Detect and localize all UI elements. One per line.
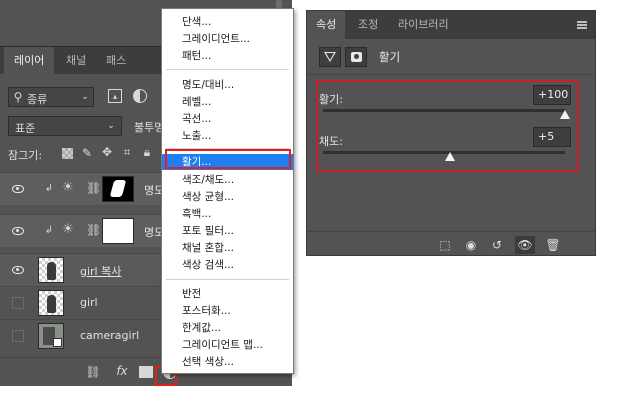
layer-thumbnail[interactable] xyxy=(38,290,64,316)
chain-link-icon[interactable]: ⛓ xyxy=(86,223,101,237)
vibrance-slider-knob[interactable] xyxy=(560,110,572,120)
mask-icon[interactable] xyxy=(139,366,153,378)
reset-icon[interactable]: ↺ xyxy=(487,236,507,254)
saturation-slider-knob[interactable] xyxy=(445,152,457,162)
visibility-toggle[interactable] xyxy=(10,224,26,238)
blend-mode-select[interactable]: 표준 ⌄ xyxy=(8,116,122,136)
image-filter-icon[interactable]: ▴ xyxy=(108,89,122,103)
visibility-icon[interactable]: 👁︎ xyxy=(515,236,535,254)
link-icon[interactable]: ⛓ xyxy=(85,365,101,379)
menu-separator xyxy=(166,69,289,70)
layer-thumbnail[interactable] xyxy=(38,323,64,349)
menu-item-threshold[interactable]: 한계값... xyxy=(162,320,293,336)
layer-name[interactable]: cameragirl xyxy=(80,329,139,342)
opacity-label: 불투명 xyxy=(134,121,165,134)
clip-arrow-icon: ↲ xyxy=(44,183,54,194)
visibility-toggle[interactable] xyxy=(12,297,24,309)
properties-panel-tabs: 속성 조정 라이브러리 xyxy=(307,11,595,39)
menu-item-gradient[interactable]: 그레이디언트... xyxy=(162,31,293,47)
menu-item-levels[interactable]: 레벨... xyxy=(162,94,293,110)
menu-item-pattern[interactable]: 패턴... xyxy=(162,48,293,64)
vibrance-triangle-icon xyxy=(319,47,341,67)
tab-libraries[interactable]: 라이브러리 xyxy=(389,11,458,39)
tab-adjustments[interactable]: 조정 xyxy=(349,11,387,39)
chain-link-icon[interactable]: ⛓ xyxy=(86,181,101,195)
lock-label: 잠그기: xyxy=(8,149,43,162)
brightness-icon: ☀ xyxy=(62,222,74,237)
clip-arrow-icon: ↲ xyxy=(44,225,54,236)
trash-icon[interactable]: 🗑︎ xyxy=(543,236,563,254)
tab-paths[interactable]: 패스 xyxy=(96,47,136,75)
fx-icon[interactable]: fx xyxy=(114,364,130,378)
mask-icon[interactable] xyxy=(345,47,367,67)
menu-item-photo-filter[interactable]: 포토 필터... xyxy=(162,223,293,239)
menu-item-color-balance[interactable]: 색상 균형... xyxy=(162,189,293,205)
layer-name[interactable]: girl 복사 xyxy=(80,263,121,279)
clip-to-layer-icon[interactable]: ⬚ xyxy=(435,236,455,254)
saturation-value-input[interactable]: +5 xyxy=(533,127,571,147)
menu-item-invert[interactable]: 반전 xyxy=(162,286,293,302)
filter-kind-select[interactable]: ⚲ 종류 ⌄ xyxy=(8,87,94,107)
menu-item-channel-mixer[interactable]: 채널 혼합... xyxy=(162,240,293,256)
menu-item-exposure[interactable]: 노출... xyxy=(162,128,293,144)
panel-menu-icon[interactable] xyxy=(577,21,587,29)
lock-all-icon[interactable]: 🔒︎ xyxy=(140,145,154,159)
girl-figure xyxy=(47,295,56,313)
tab-properties[interactable]: 속성 xyxy=(307,11,346,39)
menu-item-selective-color[interactable]: 선택 색상... xyxy=(162,354,293,370)
eye-icon xyxy=(12,266,24,274)
menu-item-brightness-contrast[interactable]: 명도/대비... xyxy=(162,77,293,93)
mask-shape xyxy=(109,180,127,197)
view-previous-icon[interactable]: ◉ xyxy=(461,236,481,254)
layer-mask-thumbnail[interactable] xyxy=(102,218,134,244)
menu-item-solid-color[interactable]: 단색... xyxy=(162,14,293,30)
layer-thumbnail[interactable] xyxy=(38,257,64,283)
blend-mode-label: 표준 xyxy=(15,122,36,135)
eye-icon xyxy=(12,227,24,235)
lock-transparent-icon[interactable] xyxy=(62,148,73,159)
vibrance-value-input[interactable]: +100 xyxy=(533,85,571,105)
adjustment-layer-menu: 단색... 그레이디언트... 패턴... 명도/대비... 레벨... 곡선.… xyxy=(161,8,294,374)
visibility-toggle[interactable] xyxy=(10,263,26,277)
chevron-down-icon: ⌄ xyxy=(107,121,115,131)
properties-header: 활기 xyxy=(307,39,595,75)
menu-item-posterize[interactable]: 포스터화... xyxy=(162,303,293,319)
visibility-toggle[interactable] xyxy=(12,330,24,342)
properties-title: 활기 xyxy=(379,50,401,64)
girl-figure xyxy=(47,262,56,280)
filter-kind-label: 종류 xyxy=(27,93,48,106)
layer-mask-thumbnail[interactable] xyxy=(102,176,134,202)
properties-bottom-toolbar: ⬚ ◉ ↺ 👁︎ 🗑︎ xyxy=(307,231,595,255)
layer-name[interactable]: girl xyxy=(80,296,98,309)
brightness-icon: ☀ xyxy=(62,180,74,195)
vibrance-slider-track[interactable] xyxy=(323,109,565,112)
lock-brush-icon[interactable]: ✎ xyxy=(80,146,94,160)
vibrance-label: 활기: xyxy=(319,93,343,106)
menu-item-curves[interactable]: 곡선... xyxy=(162,111,293,127)
tab-layers[interactable]: 레이어 xyxy=(4,47,55,75)
chevron-down-icon: ⌄ xyxy=(81,92,89,102)
highlight-vibrance-item xyxy=(165,149,291,169)
tab-channels[interactable]: 채널 xyxy=(56,47,96,75)
search-icon: ⚲ xyxy=(13,90,23,104)
lock-move-icon[interactable]: ✥ xyxy=(100,145,114,159)
saturation-slider-track[interactable] xyxy=(323,151,565,154)
smart-object-icon xyxy=(53,338,62,347)
menu-item-hue-saturation[interactable]: 색조/채도... xyxy=(162,172,293,188)
adjustment-filter-icon[interactable] xyxy=(133,89,147,103)
menu-item-gradient-map[interactable]: 그레이디언트 맵... xyxy=(162,337,293,353)
menu-item-color-lookup[interactable]: 색상 검색... xyxy=(162,257,293,273)
visibility-toggle[interactable] xyxy=(10,182,26,196)
menu-separator xyxy=(166,279,289,280)
eye-icon xyxy=(12,185,24,193)
properties-panel: 속성 조정 라이브러리 활기 활기: +100 채도: +5 ⬚ ◉ ↺ 👁︎ … xyxy=(306,10,596,256)
saturation-label: 채도: xyxy=(319,135,343,148)
menu-item-black-white[interactable]: 흑백... xyxy=(162,206,293,222)
lock-artboard-icon[interactable]: ⌗ xyxy=(120,145,134,159)
